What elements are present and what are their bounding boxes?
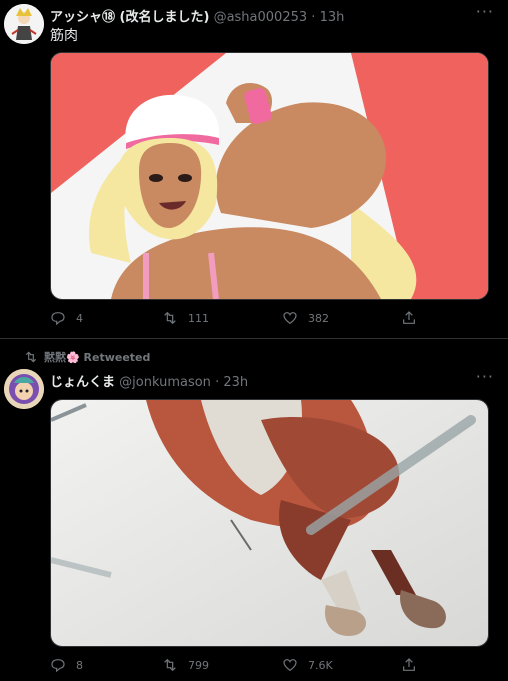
more-icon[interactable]: ··· — [476, 2, 494, 21]
separator: · — [215, 375, 220, 390]
reply-count: 8 — [76, 658, 83, 672]
muscle-character-illustration — [51, 53, 488, 299]
share-button[interactable] — [401, 657, 417, 673]
tweet-actions: 4 111 382 — [50, 310, 450, 330]
tweet-text: 筋肉 — [50, 28, 78, 44]
like-count: 7.6K — [308, 658, 333, 672]
retweeted-by-label[interactable]: 黙黙🌸 Retweeted — [44, 349, 150, 365]
retweet-icon — [25, 351, 37, 363]
separator: · — [311, 10, 316, 25]
tweet-header: じょんくま @jonkumason · 23h — [50, 371, 248, 390]
reply-count: 4 — [76, 311, 83, 325]
timestamp[interactable]: 13h — [320, 10, 345, 25]
like-icon — [283, 659, 297, 672]
retweet-context: 黙黙🌸 Retweeted — [24, 349, 150, 365]
action-illustration — [51, 400, 488, 646]
timestamp[interactable]: 23h — [223, 375, 248, 390]
retweet-button[interactable]: 799 — [162, 657, 209, 673]
like-icon — [283, 312, 297, 325]
avatar-asha[interactable] — [4, 4, 44, 44]
tweet-image[interactable] — [50, 399, 489, 647]
retweet-icon — [164, 311, 176, 325]
share-button[interactable] — [401, 310, 417, 326]
like-button[interactable]: 382 — [282, 310, 329, 326]
like-count: 382 — [308, 311, 329, 325]
avatar-image — [4, 369, 44, 409]
tweet-actions: 8 799 7.6K — [50, 657, 450, 677]
tweet-header: アッシャ⑱ (改名しました) @asha000253 · 13h — [50, 6, 344, 25]
retweet-count: 111 — [188, 311, 209, 325]
author-handle[interactable]: @asha000253 — [214, 10, 308, 25]
reply-button[interactable]: 8 — [50, 657, 83, 673]
reply-icon — [51, 312, 65, 326]
like-button[interactable]: 7.6K — [282, 657, 333, 673]
reply-button[interactable]: 4 — [50, 310, 83, 326]
tweet-1[interactable]: アッシャ⑱ (改名しました) @asha000253 · 13h ··· 筋肉 — [0, 0, 508, 338]
retweet-icon — [164, 658, 176, 672]
reply-icon — [51, 659, 65, 673]
more-icon[interactable]: ··· — [476, 367, 494, 386]
author-handle[interactable]: @jonkumason — [119, 375, 211, 390]
retweet-button[interactable]: 111 — [162, 310, 209, 326]
author-name[interactable]: じょんくま — [50, 375, 115, 390]
share-icon — [403, 311, 415, 324]
tweet-2[interactable]: 黙黙🌸 Retweeted じょんくま @jonkumason · 23h ··… — [0, 338, 508, 681]
avatar-image — [4, 4, 44, 44]
retweet-count: 799 — [188, 658, 209, 672]
author-name[interactable]: アッシャ⑱ (改名しました) — [50, 10, 209, 25]
tweet-image[interactable] — [50, 52, 489, 300]
share-icon — [403, 658, 415, 671]
avatar-jonkuma[interactable] — [4, 369, 44, 409]
